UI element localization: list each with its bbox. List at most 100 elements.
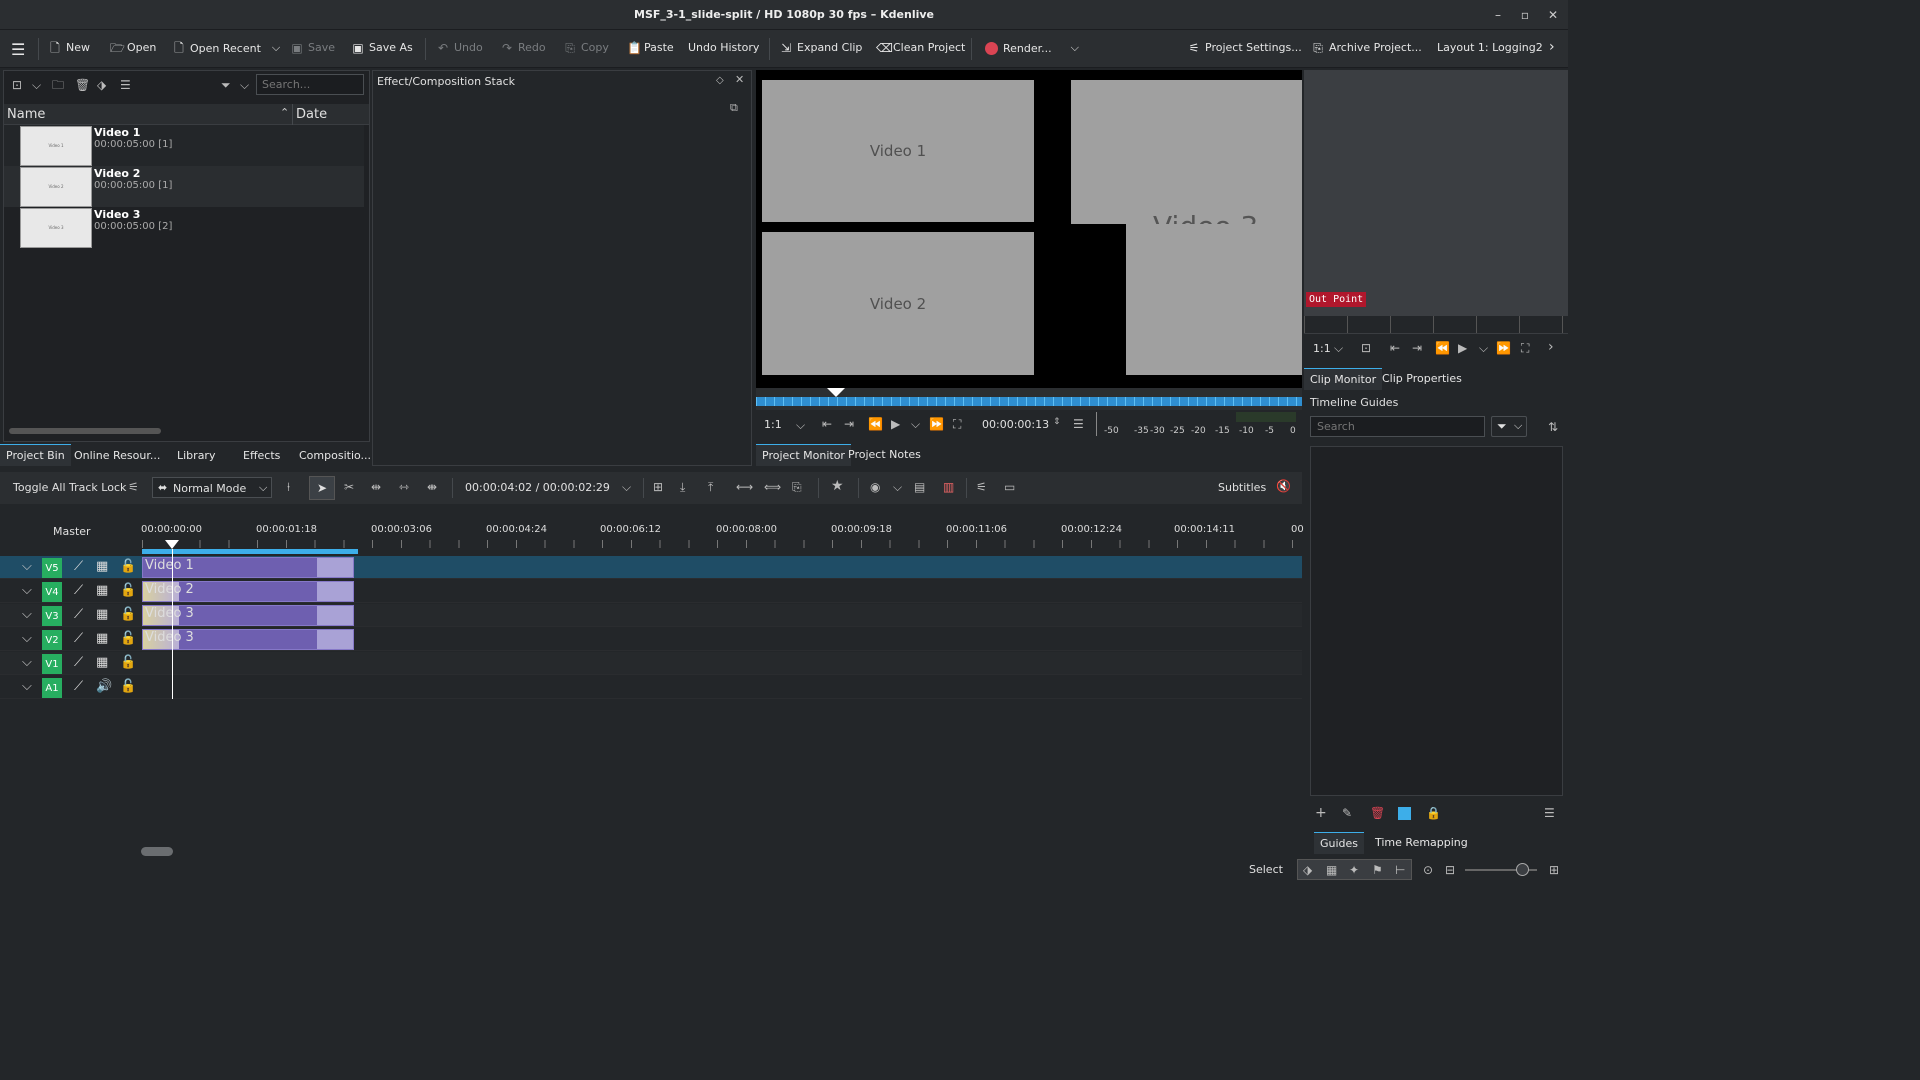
zoom-fit-icon[interactable]: ⊙ (1423, 863, 1433, 877)
slide-tool-icon[interactable]: ⇼ (427, 480, 437, 494)
clip-monitor-view[interactable]: Out Point (1304, 70, 1568, 316)
minimize-icon[interactable]: – (1490, 8, 1506, 22)
lock-icon[interactable]: 🔒 (1426, 806, 1441, 820)
monitor-timecode[interactable]: 00:00:00:13 (982, 418, 1049, 431)
master-track-label[interactable]: Master (53, 525, 91, 538)
select-tool-button[interactable]: ➤ (309, 476, 335, 500)
new-button[interactable]: 🗋 New (49, 41, 90, 54)
bin-item[interactable]: Video 3 Video 3 00:00:05:00 [2] (4, 207, 364, 248)
track-row[interactable]: ⌵ V5 ⟋ ▦ 🔓 Video 1 (0, 556, 1302, 579)
play-icon[interactable]: ▶ (1458, 341, 1467, 355)
render-button[interactable]: Render... ⌵ (985, 41, 1079, 55)
spacer-tool-icon[interactable]: ⍿ (287, 480, 290, 494)
tab-time-remapping[interactable]: Time Remapping (1369, 832, 1474, 853)
play-icon[interactable]: ▶ (891, 417, 900, 431)
favorite-star-icon[interactable]: ★ (831, 479, 844, 493)
bin-item[interactable]: Video 1 Video 1 00:00:05:00 [1] (4, 125, 364, 166)
insert-zone-icon[interactable]: ⎘ (792, 480, 802, 494)
sort-icon[interactable]: ⇅ (1548, 420, 1558, 434)
toggle-all-track-lock-button[interactable]: Toggle All Track Lock (13, 481, 126, 494)
guide-color-swatch[interactable] (1398, 807, 1411, 820)
split-audio-icon[interactable]: ✦ (1349, 863, 1359, 877)
guides-menu-icon[interactable]: ☰ (1544, 806, 1555, 820)
chevron-down-icon[interactable]: ⌵ (893, 480, 902, 494)
undo-button[interactable]: ↶ Undo (437, 41, 483, 54)
chevron-right-icon[interactable]: › (1548, 340, 1554, 354)
zoom-in-icon[interactable]: ⊞ (1549, 863, 1559, 877)
folder-icon[interactable]: 🗀 (52, 78, 64, 92)
guides-list[interactable] (1310, 446, 1563, 796)
track-row[interactable]: ⌵ V4 ⟋ ▦ 🔓 Video 2 (0, 580, 1302, 603)
tab-online-resources[interactable]: Online Resour... (68, 445, 166, 466)
slip-tool-icon[interactable]: ⇹ (371, 480, 381, 494)
monitor-ruler[interactable] (756, 388, 1302, 410)
tab-library[interactable]: Library (171, 445, 221, 466)
fullscreen-icon[interactable]: ⛶ (1521, 341, 1529, 355)
save-button[interactable]: ▣ Save (291, 41, 335, 54)
ruler-icon[interactable]: ▤ (914, 480, 925, 494)
chevron-right-icon[interactable]: › (1549, 39, 1555, 55)
track-row[interactable]: ⌵ V2 ⟋ ▦ 🔓 Video 3 (0, 628, 1302, 651)
track-label[interactable]: A1 (42, 678, 62, 698)
timeline-zone-bar[interactable] (142, 549, 358, 554)
float-panel-icon[interactable]: ◇ (716, 74, 724, 88)
chevron-down-icon[interactable]: ⌵ (1334, 341, 1343, 355)
fast-forward-icon[interactable]: ⏩ (1496, 341, 1511, 355)
edit-guide-icon[interactable]: ✎ (1342, 806, 1352, 820)
rewind-icon[interactable]: ⏪ (868, 417, 883, 431)
maximize-icon[interactable]: ▫ (1517, 8, 1533, 22)
track-row[interactable]: ⌵ V1 ⟋ ▦ 🔓 (0, 652, 1302, 675)
project-monitor-view[interactable]: Video 1 Video 2 Video 3 (756, 70, 1302, 388)
effects-wand-icon[interactable]: ⟋ (74, 559, 83, 574)
add-clip-icon[interactable]: ⊡ (12, 78, 22, 92)
delete-guide-icon[interactable]: 🗑 (1370, 806, 1385, 820)
timeline-clip[interactable]: Video 3 (142, 605, 354, 626)
clip-monitor-ruler[interactable] (1304, 316, 1568, 334)
expand-clip-button[interactable]: ⇲ Expand Clip (780, 41, 862, 54)
add-guide-icon[interactable]: + (1315, 806, 1327, 820)
lock-icon[interactable]: 🔓 (120, 679, 136, 694)
speaker-icon[interactable]: 🔊 (96, 679, 112, 694)
zoom-slider-handle[interactable] (1516, 863, 1529, 876)
snap-marker-icon[interactable]: ⊢ (1395, 863, 1405, 877)
track-row[interactable]: ⌵ A1 ⟋ 🔊 🔓 (0, 676, 1302, 699)
tag-icon[interactable]: ⬗ (97, 78, 106, 92)
chevron-down-icon[interactable]: ⌵ (796, 418, 805, 432)
track-row[interactable]: ⌵ V3 ⟋ ▦ 🔓 Video 3 (0, 604, 1302, 627)
collapse-track-icon[interactable]: ⌵ (22, 607, 32, 622)
open-button[interactable]: 🗁 Open (110, 41, 156, 54)
track-label[interactable]: V1 (42, 654, 62, 674)
copy-button[interactable]: ⎘ Copy (564, 41, 609, 54)
tab-project-bin[interactable]: Project Bin (0, 444, 71, 466)
mixer-icon[interactable]: ⚟ (976, 480, 987, 494)
layout-selector[interactable]: Layout 1: Logging2 (1437, 41, 1543, 54)
subtitles-button[interactable]: Subtitles (1218, 481, 1266, 494)
set-in-icon[interactable]: ⇤ (822, 417, 832, 431)
lock-icon[interactable]: 🔓 (120, 559, 136, 574)
lock-icon[interactable]: 🔓 (120, 607, 136, 622)
undo-history-button[interactable]: Undo History (688, 41, 759, 54)
tab-compositions[interactable]: Compositio... (293, 445, 377, 466)
chevron-down-icon[interactable]: ⌵ (911, 417, 920, 431)
close-icon[interactable]: ✕ (1545, 8, 1561, 22)
monitor-menu-icon[interactable]: ☰ (1073, 417, 1084, 431)
chevron-down-icon[interactable]: ⌵ (240, 78, 249, 92)
effects-wand-icon[interactable]: ⟋ (74, 679, 83, 694)
tab-guides[interactable]: Guides (1314, 832, 1365, 854)
remove-space-icon[interactable]: ⟺ (764, 480, 781, 494)
collapse-track-icon[interactable]: ⌵ (22, 631, 32, 646)
split-compare-icon[interactable]: ⧉ (730, 101, 738, 115)
fast-forward-icon[interactable]: ⏩ (929, 417, 944, 431)
bin-item[interactable]: Video 2 Video 2 00:00:05:00 [1] (4, 166, 364, 207)
extract-icon[interactable]: ⤒ (708, 480, 713, 494)
archive-project-button[interactable]: ⎘ Archive Project... (1312, 41, 1422, 54)
guides-search-input[interactable] (1310, 416, 1485, 437)
zone-icon[interactable]: ⊡ (1361, 341, 1371, 355)
insert-clip-icon[interactable]: ⊞ (653, 480, 663, 494)
track-settings-icon[interactable]: ⚟ (128, 480, 139, 494)
collapse-track-icon[interactable]: ⌵ (22, 655, 32, 670)
film-icon[interactable]: ▦ (96, 655, 108, 670)
set-in-icon[interactable]: ⇤ (1390, 341, 1400, 355)
edit-mode-select[interactable]: ⬌ Normal Mode ⌵ (152, 477, 272, 498)
paste-button[interactable]: 📋 Paste (627, 41, 674, 54)
